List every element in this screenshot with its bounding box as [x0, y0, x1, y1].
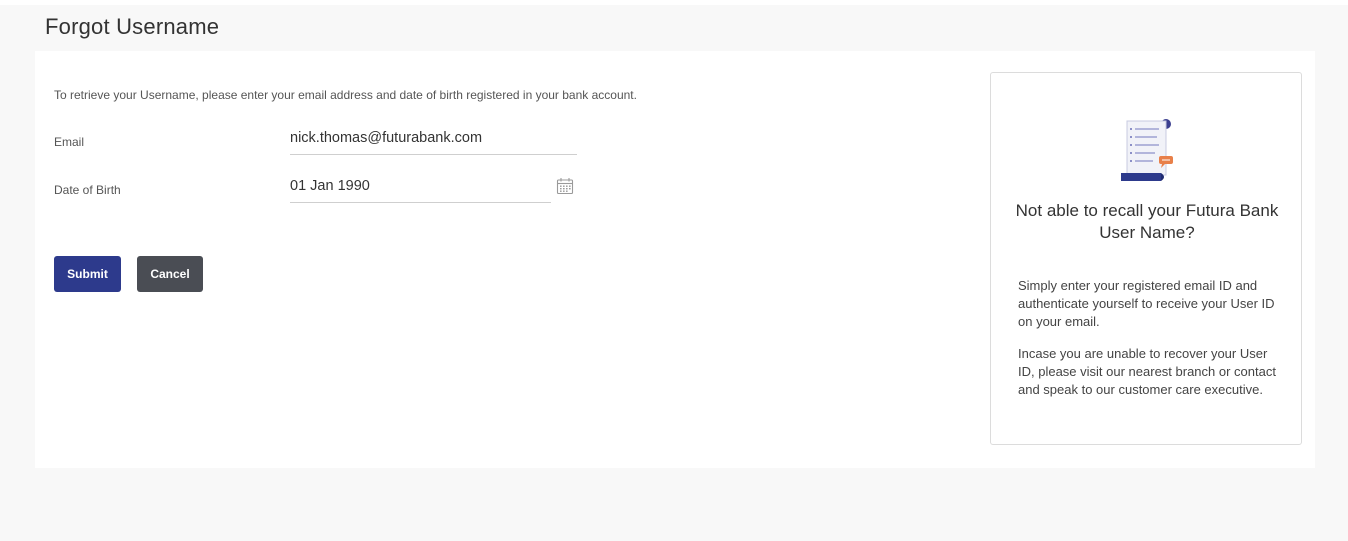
top-strip — [0, 0, 1348, 5]
email-field[interactable]: nick.thomas@futurabank.com — [290, 128, 577, 155]
main-card: To retrieve your Username, please enter … — [35, 51, 1315, 468]
submit-button[interactable]: Submit — [54, 256, 121, 292]
dob-label: Date of Birth — [54, 183, 121, 197]
calendar-icon[interactable] — [556, 177, 574, 195]
help-panel: Not able to recall your Futura Bank User… — [990, 72, 1302, 445]
page-title: Forgot Username — [45, 14, 220, 39]
document-scroll-icon — [1121, 119, 1173, 181]
cancel-button[interactable]: Cancel — [137, 256, 203, 292]
help-title: Not able to recall your Futura Bank User… — [1015, 201, 1279, 242]
forgot-username-page: Forgot Username To retrieve your Usernam… — [0, 0, 1348, 541]
intro-text: To retrieve your Username, please enter … — [54, 88, 637, 102]
help-paragraph-1: Simply enter your registered email ID an… — [1018, 278, 1275, 329]
help-paragraph-2: Incase you are unable to recover your Us… — [1018, 346, 1276, 397]
email-label: Email — [54, 135, 85, 149]
dob-field[interactable]: 01 Jan 1990 — [290, 176, 551, 203]
